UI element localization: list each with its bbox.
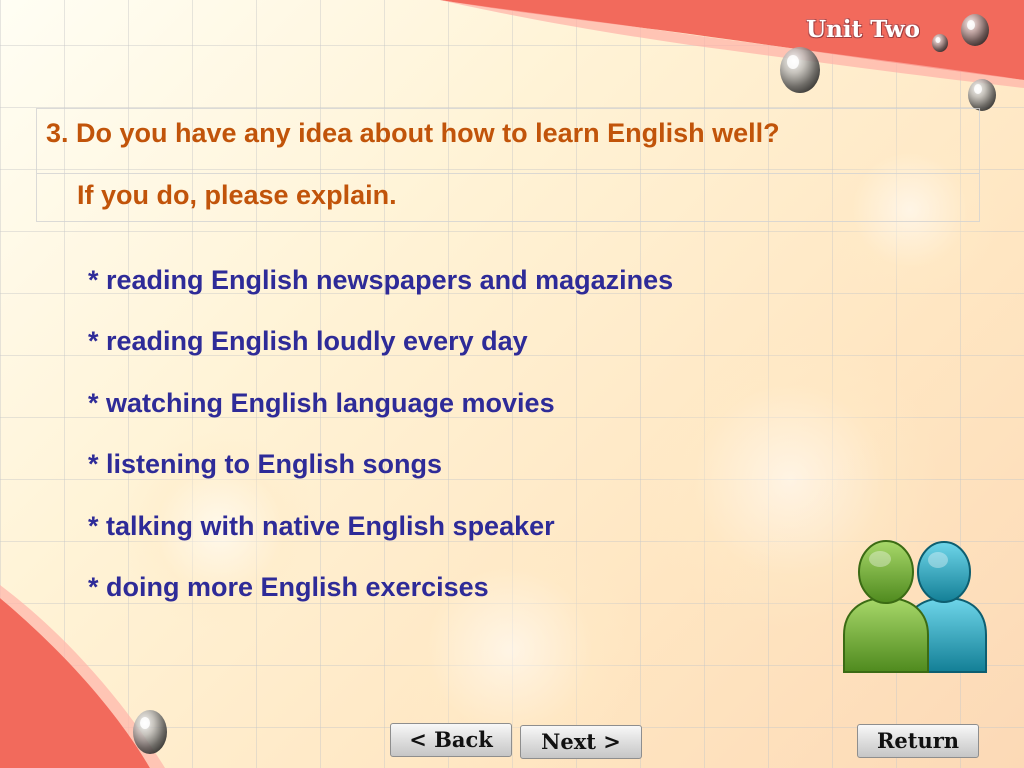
unit-title: Unit Two bbox=[806, 16, 920, 43]
water-drop-icon bbox=[968, 79, 996, 111]
answer-item: * reading English loudly every day bbox=[88, 326, 528, 357]
water-drop-icon bbox=[133, 710, 167, 754]
question-divider bbox=[37, 173, 979, 174]
water-drop-icon bbox=[780, 47, 820, 93]
answer-list: * reading English newspapers and magazin… bbox=[88, 260, 673, 628]
answer-item: * talking with native English speaker bbox=[88, 510, 555, 541]
users-icon bbox=[843, 540, 987, 673]
return-button[interactable]: Return bbox=[857, 724, 979, 758]
back-button[interactable]: < Back bbox=[390, 723, 512, 757]
answer-item: * reading English newspapers and magazin… bbox=[88, 265, 674, 295]
question-line-2: If you do, please explain. bbox=[77, 180, 397, 210]
answer-item: * listening to English songs bbox=[88, 449, 443, 480]
slide: Unit Two 3. Do you have any idea about h… bbox=[0, 0, 1024, 768]
answer-item: * doing more English exercises bbox=[88, 571, 489, 602]
answer-item: * watching English language movies bbox=[88, 387, 555, 418]
water-drop-icon bbox=[961, 14, 989, 46]
water-drop-icon bbox=[932, 34, 948, 52]
next-button[interactable]: Next > bbox=[520, 725, 642, 759]
question-line-1: 3. Do you have any idea about how to lea… bbox=[46, 118, 780, 148]
